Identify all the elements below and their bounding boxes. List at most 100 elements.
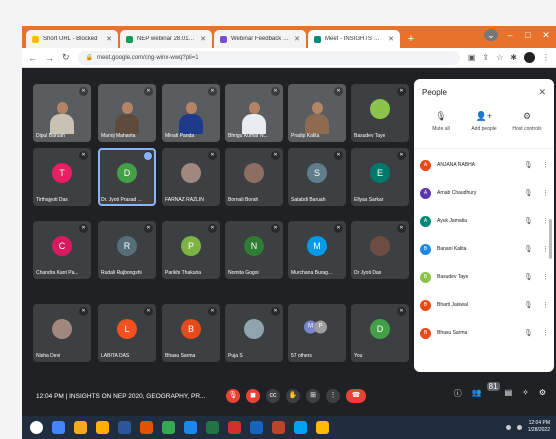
tab-close-icon[interactable]: ✕ [200, 35, 206, 43]
participant-tile[interactable]: ✕ Pradip Kalita [288, 84, 346, 142]
people-list-item[interactable]: A Arnab Chaudhury 🎙 ⋮ [414, 179, 554, 207]
meeting-details-icon[interactable]: ⓘ [454, 388, 462, 399]
leave-call-icon[interactable]: ☎ [346, 389, 366, 403]
mic-muted-icon[interactable]: 🎙 [524, 245, 536, 253]
participant-tile[interactable]: S ✕ Satabdi Baruah [288, 148, 346, 206]
participant-tile[interactable]: ✕ Basudev Taye [351, 84, 409, 142]
profile-avatar[interactable] [524, 52, 535, 63]
mic-muted-icon[interactable]: 🎙 [524, 161, 536, 169]
participant-tile[interactable]: M ✕ Murchana Burag... [288, 221, 346, 279]
network-icon[interactable] [505, 424, 511, 430]
taskbar-app-icon[interactable] [272, 421, 285, 434]
add-people-button[interactable]: 👤+ Add people [463, 111, 505, 146]
people-list-item[interactable]: B Banani Kalita 🎙 ⋮ [414, 235, 554, 263]
mic-muted-icon[interactable]: 🎙 [524, 301, 536, 309]
present-icon[interactable]: ⊞ [306, 389, 320, 403]
participant-tile[interactable]: R ✕ Rudali Rajbongshi [98, 221, 156, 279]
participant-tile[interactable]: ✕ Minati Panda [162, 84, 220, 142]
people-scrollbar[interactable] [549, 219, 552, 259]
camera-off-icon[interactable]: ◼ [246, 389, 260, 403]
new-tab-button[interactable]: + [404, 32, 418, 46]
tab-close-icon[interactable]: ✕ [294, 35, 300, 43]
participant-tile[interactable]: T ✕ Tirthajyoti Das [33, 148, 91, 206]
taskbar-app-icon[interactable] [140, 421, 153, 434]
participant-tile[interactable]: ✕ Dr Jyoti Das [351, 221, 409, 279]
taskbar-app-icon[interactable] [74, 421, 87, 434]
extensions-icon[interactable]: ✱ [510, 53, 517, 62]
people-list-item[interactable]: A Ayuk Jamatia 🎙 ⋮ [414, 207, 554, 235]
back-arrow-icon[interactable]: ← [28, 53, 37, 63]
browser-tab[interactable]: NEP webinar 28.01.2022 - Googl ✕ [120, 30, 212, 48]
camera-blocked-icon[interactable]: ▣ [468, 53, 476, 62]
participant-tile[interactable]: P ✕ Parikhi Thakuria [162, 221, 220, 279]
more-options-icon[interactable]: ⋮ [542, 329, 549, 337]
volume-icon[interactable] [516, 424, 522, 430]
share-icon[interactable]: ⇪ [482, 53, 489, 62]
more-options-icon[interactable]: ⋮ [542, 189, 549, 197]
menu-icon[interactable]: ⋮ [542, 53, 550, 62]
participant-tile[interactable]: ✕ Dipul Baruah [33, 84, 91, 142]
participant-tile[interactable]: L ✕ LABITA DAS [98, 304, 156, 362]
people-list-item[interactable]: B Bhasu Sarma 🎙 ⋮ [414, 319, 554, 347]
participant-tile[interactable]: ✕ Bhrigu Kumar N... [225, 84, 283, 142]
mic-muted-icon[interactable]: 🎙 [524, 217, 536, 225]
chat-icon[interactable]: ▤ [505, 388, 513, 399]
participant-tile[interactable]: N ✕ Nomita Gogoi [225, 221, 283, 279]
host-controls-icon[interactable]: ⚙ [539, 388, 546, 399]
browser-tab[interactable]: Short URL - Blocked ✕ [26, 30, 118, 48]
maximize-button[interactable]: □ [522, 29, 534, 41]
reload-icon[interactable]: ↻ [62, 52, 70, 63]
participant-tile[interactable]: C ✕ Chandra Kant Pa... [33, 221, 91, 279]
people-list-item[interactable]: A ANJANA RABHA 🎙 ⋮ [414, 151, 554, 179]
taskbar-app-icon[interactable] [294, 421, 307, 434]
taskbar-app-icon[interactable] [52, 421, 65, 434]
taskbar-app-icon[interactable] [162, 421, 175, 434]
forward-arrow-icon[interactable]: → [45, 53, 54, 63]
close-window-button[interactable]: ✕ [540, 29, 552, 41]
minimize-button[interactable]: – [504, 29, 516, 41]
taskbar-app-icon[interactable] [206, 421, 219, 434]
tile-options-icon[interactable] [144, 152, 152, 160]
url-field[interactable]: 🔒 meet.google.com/cng-winx-wwq?pli=1 [77, 50, 460, 65]
participant-tile[interactable]: ✕ Bornali Borah [225, 148, 283, 206]
mic-muted-icon[interactable]: 🎙 [524, 189, 536, 197]
raise-hand-icon[interactable]: ✋ [286, 389, 300, 403]
close-icon[interactable]: ✕ [538, 87, 546, 98]
participant-tile[interactable]: ✕ Manoj Mahanta [98, 84, 156, 142]
activities-icon[interactable]: ✧ [522, 388, 529, 399]
more-options-icon[interactable]: ⋮ [542, 217, 549, 225]
more-options-icon[interactable]: ⋮ [542, 245, 549, 253]
taskbar-app-icon[interactable] [228, 421, 241, 434]
mic-muted-icon[interactable]: 🎙 [524, 273, 536, 281]
more-options-icon[interactable]: ⋮ [326, 389, 340, 403]
taskbar-app-icon[interactable] [316, 421, 329, 434]
mute-all-button[interactable]: 🎙 Mute all [420, 111, 462, 146]
participant-tile[interactable]: B ✕ Bhasu Sarma [162, 304, 220, 362]
mic-off-icon[interactable]: 🎙 [226, 389, 240, 403]
bookmark-star-icon[interactable]: ☆ [496, 53, 503, 62]
browser-tab[interactable]: Webinar Feedback form_Insight ✕ [214, 30, 306, 48]
taskbar-app-icon[interactable] [250, 421, 263, 434]
people-icon[interactable]: 👥81 [472, 382, 500, 399]
taskbar-clock[interactable]: 12:04 PM 1/28/2022 [528, 420, 550, 434]
more-options-icon[interactable]: ⋮ [542, 161, 549, 169]
participant-tile[interactable]: ✕ FARNAZ RAZLIN [162, 148, 220, 206]
taskbar-app-icon[interactable] [118, 421, 131, 434]
participant-tile[interactable]: D✕Dr. Jyoti Prasad ... [98, 148, 156, 206]
host-controls-button[interactable]: ⚙ Host controls [506, 111, 548, 146]
participant-tile[interactable]: D ✕ You [351, 304, 409, 362]
taskbar-app-icon[interactable] [96, 421, 109, 434]
more-options-icon[interactable]: ⋮ [542, 301, 549, 309]
browser-tab[interactable]: Meet - INSIGHTS ON NEP 2 ✕ [308, 30, 400, 48]
more-options-icon[interactable]: ⋮ [542, 273, 549, 281]
participant-tile[interactable]: ✕ Nisha Devi [33, 304, 91, 362]
tab-search-icon[interactable]: ⌄ [484, 29, 498, 41]
tab-close-icon[interactable]: ✕ [106, 35, 112, 43]
start-button-icon[interactable] [30, 421, 43, 434]
taskbar-app-icon[interactable] [184, 421, 197, 434]
captions-icon[interactable]: cc [266, 389, 280, 403]
people-list-item[interactable]: B Basudev Taye 🎙 ⋮ [414, 263, 554, 291]
participant-tile[interactable]: ✕ Puja S [225, 304, 283, 362]
participant-tile[interactable]: M P 57 others [288, 304, 346, 362]
participant-tile[interactable]: E ✕ Ellyas Sarkar [351, 148, 409, 206]
